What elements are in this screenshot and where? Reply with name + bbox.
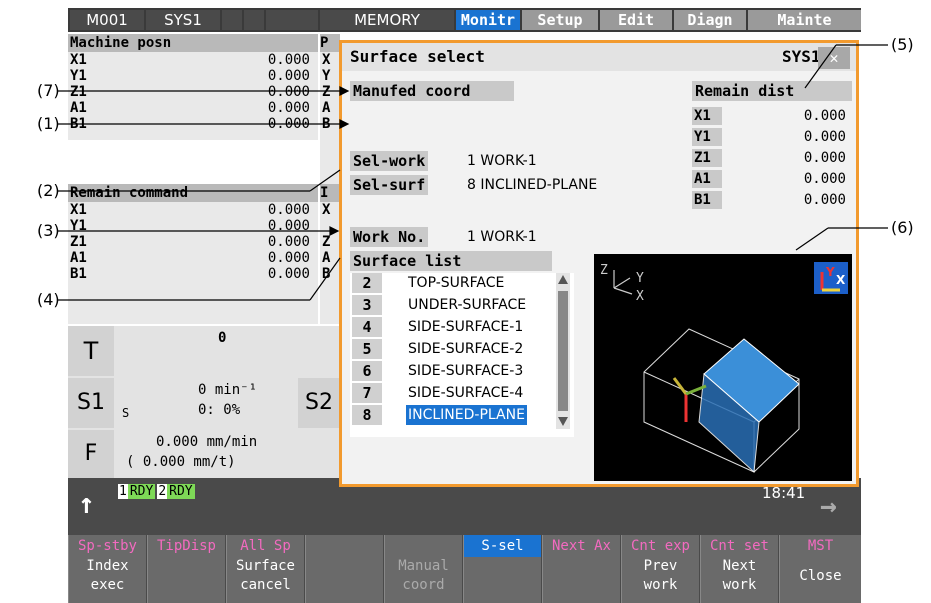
ready-indicators: 1 RDY 2 RDY <box>118 484 195 499</box>
softkey-10[interactable]: MST Close <box>779 535 861 603</box>
axis-row: Z1 0.000 <box>70 84 310 100</box>
axis-row: Y1 0.000 <box>70 68 310 84</box>
list-item-selected[interactable]: 8 INCLINED-PLANE <box>352 405 557 425</box>
axis-row: A1 0.000 <box>70 250 310 266</box>
work-no-value: 1 WORK-1 <box>467 229 537 245</box>
scroll-thumb[interactable] <box>558 291 568 411</box>
axis-row: B1 0.000 <box>70 266 310 282</box>
tab-edit[interactable]: Edit <box>600 10 672 30</box>
axis-row: Y1 0.000 <box>70 218 310 234</box>
surface-list: 2 TOP-SURFACE 3 UNDER-SURFACE 4 SIDE-SURFAC… <box>350 273 574 437</box>
remain-dist-row: A1 0.000 <box>692 170 846 188</box>
axis-row: Z1 0.000 <box>70 234 310 250</box>
callout-3: (3) <box>37 221 60 240</box>
softkey-4[interactable] <box>305 535 383 603</box>
sel-surf-value: 8 INCLINED-PLANE <box>467 177 598 193</box>
callout-6: (6) <box>891 218 914 237</box>
badge-x-label: X <box>836 273 846 287</box>
remain-dist-row: B1 0.000 <box>692 191 846 209</box>
callout-7: (7) <box>37 81 60 100</box>
callout-2: (2) <box>37 181 60 200</box>
badge-y-label: Y <box>825 265 835 279</box>
axis-row: X1 0.000 <box>70 52 310 68</box>
list-item[interactable]: 4 SIDE-SURFACE-1 <box>352 317 557 337</box>
cnc-screen: M001 SYS1 MEMORY Monitr Setup Edit Diagn… <box>68 8 861 603</box>
dialog-titlebar: Surface select SYS1 ✕ <box>342 43 856 71</box>
system-name: SYS1 <box>146 10 220 30</box>
remain-command-title: Remain command <box>68 184 318 202</box>
remain-dist-row: X1 0.000 <box>692 107 846 125</box>
tab-setup[interactable]: Setup <box>522 10 598 30</box>
tab-mainte[interactable]: Mainte <box>748 10 861 30</box>
right-arrow-icon[interactable]: → <box>820 488 837 524</box>
list-scrollbar[interactable] <box>556 273 570 429</box>
axis-row: B1 0.000 <box>70 116 310 132</box>
sel-surf-label: Sel-surf <box>350 175 429 195</box>
sel-work-label: Sel-work <box>350 151 429 171</box>
sel-work-value: 1 WORK-1 <box>467 153 537 169</box>
feed-label: F <box>68 430 114 478</box>
feed-per-rev: ( 0.000 mm/t) <box>126 454 236 470</box>
dialog-system: SYS1 <box>782 47 821 66</box>
spindle-speed: 0 min⁻¹ <box>198 382 258 398</box>
callout-1: (1) <box>37 114 60 133</box>
tool-value: 0 <box>218 330 227 346</box>
softkey-7[interactable]: Next Ax <box>542 535 620 603</box>
callout-5: (5) <box>891 35 914 54</box>
axis-y-label: Y <box>636 271 644 286</box>
top-bar: M001 SYS1 MEMORY Monitr Setup Edit Diagn… <box>68 8 861 32</box>
remain-dist-row: Z1 0.000 <box>692 149 846 167</box>
empty-cell <box>244 10 264 30</box>
spindle-sub: S <box>122 406 130 420</box>
softkey-8[interactable]: Cnt exp Prev work <box>621 535 699 603</box>
spindle-load: 0: 0% <box>198 402 241 418</box>
remain-dist-row: Y1 0.000 <box>692 128 846 146</box>
3d-workpiece-graphic: Z Y X Y X <box>600 262 848 474</box>
scroll-down-icon[interactable] <box>558 417 568 426</box>
program-name: M001 <box>70 10 144 30</box>
remain-dist-title: Remain dist <box>692 81 852 101</box>
work-no-label: Work No. <box>350 227 429 247</box>
softkey-1[interactable]: Sp-stby Index exec <box>68 535 146 603</box>
empty-cell <box>266 10 318 30</box>
list-item[interactable]: 7 SIDE-SURFACE-4 <box>352 383 557 403</box>
list-item[interactable]: 2 TOP-SURFACE <box>352 273 557 293</box>
scroll-up-icon[interactable] <box>558 275 568 284</box>
spindle-label: S1 <box>68 378 114 428</box>
softkey-3[interactable]: All Sp Surface cancel <box>226 535 304 603</box>
surface-list-title: Surface list <box>350 251 552 271</box>
list-item[interactable]: 3 UNDER-SURFACE <box>352 295 557 315</box>
machine-posn-title: Machine posn <box>68 34 318 52</box>
axis-z-label: Z <box>600 263 608 278</box>
surface-3d-view: Z Y X Y X <box>594 254 852 481</box>
softkey-9[interactable]: Cnt set Next work <box>700 535 778 603</box>
machine-posn-panel: Machine posn X1 0.000 Y1 0.000 Z1 0.000 A1 0… <box>68 34 318 140</box>
list-item[interactable]: 6 SIDE-SURFACE-3 <box>352 361 557 381</box>
surface-select-dialog: Surface select SYS1 ✕ Manufed coord Sel-… <box>339 40 859 487</box>
up-arrow-icon[interactable]: ↑ <box>78 486 95 522</box>
tab-diagn[interactable]: Diagn <box>674 10 746 30</box>
close-icon[interactable]: ✕ <box>818 47 850 69</box>
axis-x-label: X <box>636 289 644 304</box>
hidden-panel-stub: P X Y Z A B I X Z A B <box>320 34 340 324</box>
dialog-title: Surface select <box>350 47 485 66</box>
tsf-panel: T 0 S1 S 0 min⁻¹ 0: 0% S2 F 0.000 mm/min… <box>68 326 340 478</box>
tab-monitr[interactable]: Monitr <box>456 10 520 30</box>
feed-rate: 0.000 mm/min <box>156 434 258 450</box>
empty-cell <box>222 10 242 30</box>
softkey-6[interactable]: S-sel <box>463 535 541 603</box>
spindle2-label: S2 <box>298 378 340 428</box>
axis-row: X1 0.000 <box>70 202 310 218</box>
remain-command-panel: Remain command X1 0.000 Y1 0.000 Z1 0.000 A… <box>68 184 318 324</box>
tool-label: T <box>68 326 114 376</box>
callout-4: (4) <box>37 290 60 309</box>
softkey-2[interactable]: TipDisp <box>147 535 225 603</box>
manufed-coord-label: Manufed coord <box>350 81 514 101</box>
softkey-5[interactable]: Manual coord <box>384 535 462 603</box>
axis-row: A1 0.000 <box>70 100 310 116</box>
operation-mode: MEMORY <box>320 10 454 30</box>
list-item[interactable]: 5 SIDE-SURFACE-2 <box>352 339 557 359</box>
